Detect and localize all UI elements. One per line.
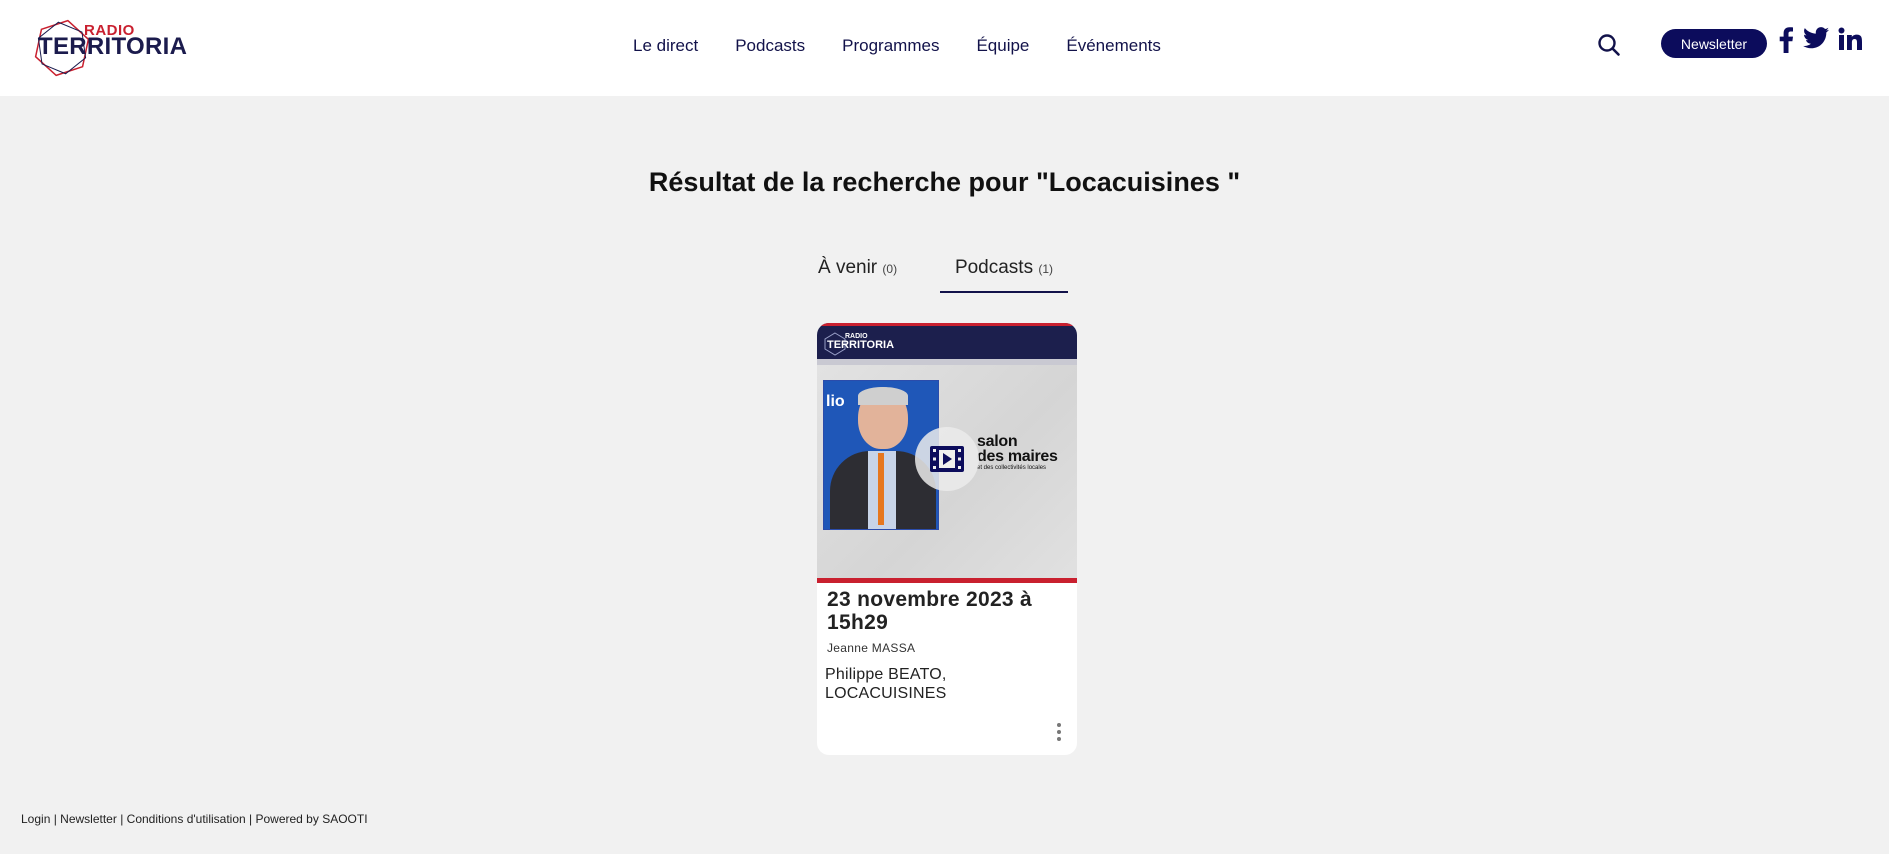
video-play-icon[interactable] [915, 427, 979, 491]
page-title: Résultat de la recherche pour "Locacuisi… [648, 167, 1241, 197]
tab-upcoming-label: À venir [818, 257, 878, 278]
logo-name-text: TERRITORIA [38, 33, 188, 60]
footer-separator: | [245, 812, 256, 826]
main-nav: Le direct Podcasts Programmes Équipe Évé… [633, 36, 1161, 56]
tab-podcasts-count: (1) [1038, 262, 1054, 276]
site-logo[interactable]: RADIO TERRITORIA [32, 18, 187, 78]
photo-backdrop-text: lio [826, 393, 845, 410]
nav-link-evenements[interactable]: Événements [1066, 36, 1161, 56]
footer-powered-link[interactable]: Powered by SAOOTI [255, 812, 367, 826]
thumbnail-bottom-bar [817, 578, 1077, 583]
salon-des-maires-logo: salon des maires et des collectivités lo… [977, 433, 1058, 471]
nav-link-programmes[interactable]: Programmes [842, 36, 939, 56]
podcast-date: 23 novembre 2023 à 15h29 [827, 588, 1033, 634]
thumbnail-banner: RADIO TERRITORIA [817, 323, 1077, 359]
photo-hair [858, 387, 908, 405]
search-icon[interactable] [1597, 33, 1621, 57]
tab-podcasts[interactable]: Podcasts (1) [940, 257, 1068, 293]
site-header: RADIO TERRITORIA Le direct Podcasts Prog… [0, 0, 1889, 96]
podcast-title[interactable]: Philippe BEATO, LOCACUISINES [825, 665, 1065, 703]
nav-link-direct[interactable]: Le direct [633, 36, 698, 56]
twitter-icon[interactable] [1803, 27, 1829, 53]
photo-lanyard [878, 453, 884, 525]
footer-newsletter-link[interactable]: Newsletter [60, 812, 117, 826]
tab-upcoming[interactable]: À venir (0) [818, 257, 897, 293]
salon-logo-line3: et des collectivités locales [977, 465, 1047, 471]
nav-link-podcasts[interactable]: Podcasts [735, 36, 805, 56]
footer-separator: | [116, 812, 127, 826]
linkedin-icon[interactable] [1838, 27, 1862, 53]
result-tabs: À venir (0) Podcasts (1) [800, 257, 1100, 293]
podcast-thumbnail[interactable]: RADIO TERRITORIA lio salon des maires et… [817, 323, 1077, 583]
footer-terms-link[interactable]: Conditions d'utilisation [127, 812, 246, 826]
tab-upcoming-count: (0) [882, 262, 898, 276]
thumbnail-logo-name: TERRITORIA [827, 339, 895, 351]
thumbnail-stripe [817, 359, 1077, 365]
podcast-card[interactable]: RADIO TERRITORIA lio salon des maires et… [817, 323, 1077, 755]
tab-podcasts-label: Podcasts [954, 257, 1034, 278]
footer-separator: | [50, 812, 61, 826]
salon-logo-line2: des maires [977, 448, 1058, 465]
facebook-icon[interactable] [1778, 27, 1794, 53]
podcast-author: Jeanne MASSA [827, 641, 916, 655]
site-footer: Login | Newsletter | Conditions d'utilis… [21, 812, 368, 826]
footer-login-link[interactable]: Login [21, 812, 50, 826]
newsletter-button[interactable]: Newsletter [1661, 29, 1767, 58]
nav-link-equipe[interactable]: Équipe [976, 36, 1029, 56]
thumbnail-logo: RADIO TERRITORIA [823, 332, 903, 356]
more-options-icon[interactable] [1055, 723, 1063, 745]
